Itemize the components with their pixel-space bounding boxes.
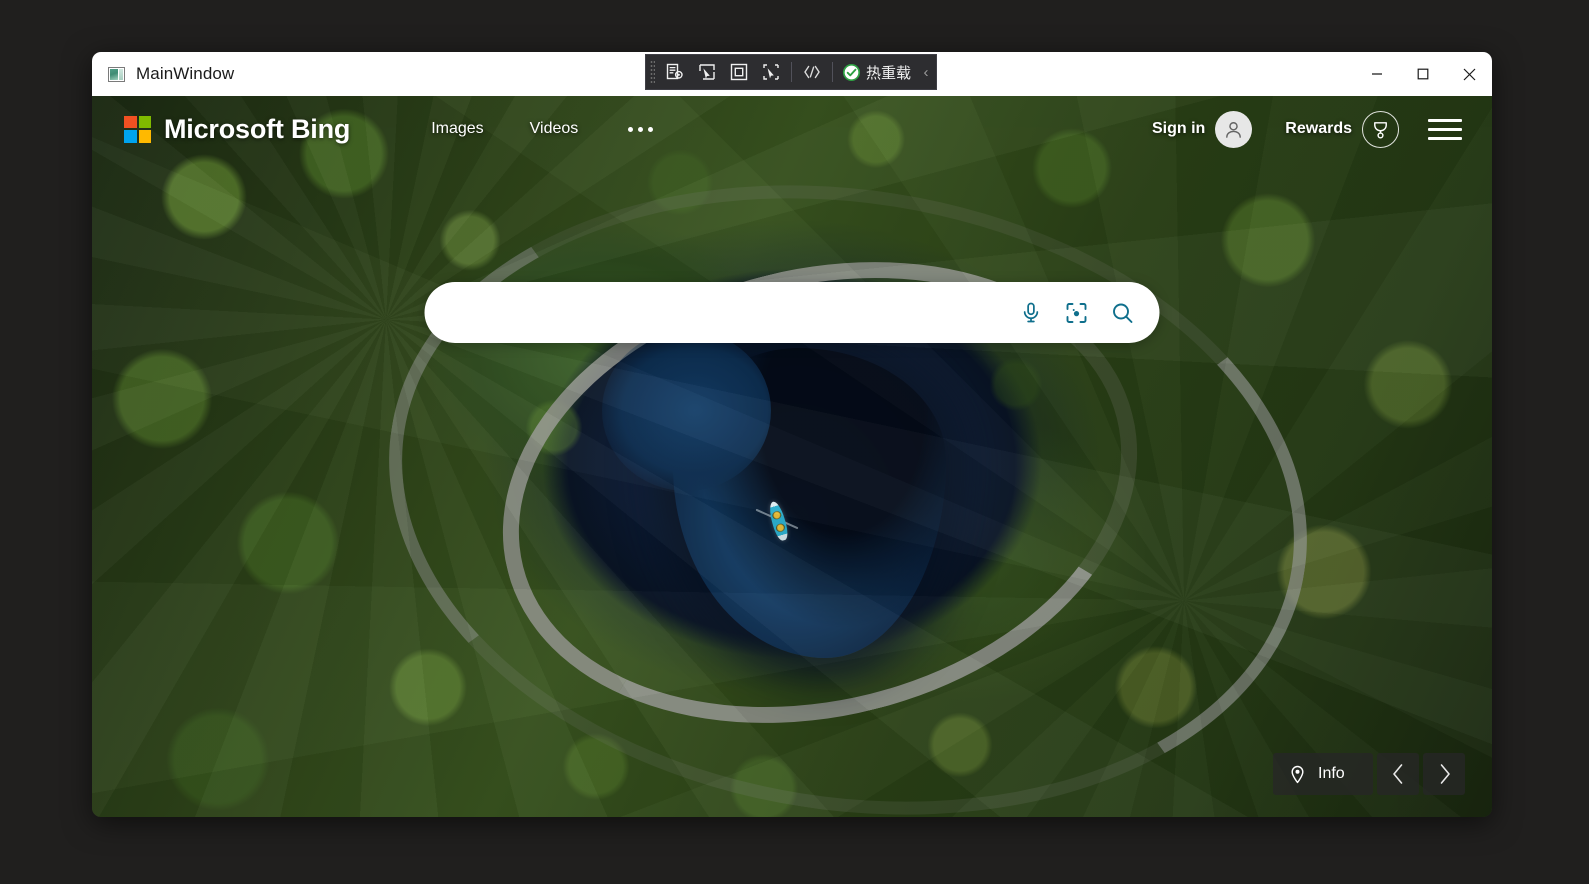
chevron-right-icon [1440,764,1450,784]
toolbar-drag-grip[interactable] [646,55,659,89]
visual-search-icon[interactable] [1054,290,1100,336]
location-pin-icon [1291,765,1304,783]
window-title: MainWindow [136,64,235,83]
rewards-badge [1362,110,1399,148]
hamburger-menu-icon[interactable] [1428,118,1462,140]
toolbar-separator-2 [832,62,833,82]
track-focused-element-icon[interactable] [755,56,787,88]
previous-image-button[interactable] [1377,753,1419,795]
info-label: Info [1318,765,1345,782]
microsoft-logo-icon [124,115,151,143]
hot-reload-button[interactable]: 热重载 [837,56,918,88]
search-icon[interactable] [1100,290,1146,336]
nav-link-videos[interactable]: Videos [530,120,579,138]
nav-more-menu-icon[interactable] [628,126,654,132]
search-box[interactable] [424,282,1160,343]
nav-link-images[interactable]: Images [431,120,483,138]
xaml-hot-reload-toolbar: 热重载 ‹ [645,54,938,90]
bing-logo[interactable]: Microsoft Bing [124,114,350,145]
go-to-live-visual-tree-icon[interactable] [659,56,691,88]
minimize-button[interactable] [1354,52,1400,96]
bing-wordmark: Microsoft Bing [164,113,351,144]
title-bar-left: MainWindow [92,64,234,84]
image-controls: Info [1273,753,1465,795]
hot-reload-label: 热重载 [866,63,912,82]
image-app-icon [108,66,125,82]
bing-homepage: Microsoft Bing Images Videos Sign in Rew… [92,96,1492,817]
hot-reload-enabled-icon [842,63,861,81]
maximize-button[interactable] [1400,52,1446,96]
toolbar-collapse-chevron-icon[interactable]: ‹ [918,64,934,81]
sign-in-button[interactable]: Sign in [1151,110,1253,148]
bing-header-right: Sign in Rewards [1151,110,1462,148]
chevron-left-icon [1392,764,1402,784]
title-bar: MainWindow 热重载 ‹ [92,52,1492,96]
next-image-button[interactable] [1423,753,1465,795]
bing-header: Microsoft Bing Images Videos Sign in Rew… [92,96,1492,162]
medal-icon [1374,121,1387,139]
sign-in-label: Sign in [1151,120,1206,137]
toolbar-separator-1 [791,62,792,82]
xaml-code-icon[interactable] [796,56,828,88]
bing-nav: Images Videos [431,120,654,138]
window-controls [1354,52,1492,96]
avatar [1215,110,1253,148]
rewards-button[interactable]: Rewards [1285,110,1399,148]
background-pond [602,329,946,659]
display-layout-adorners-icon[interactable] [723,56,755,88]
search-input[interactable] [452,282,1008,343]
close-button[interactable] [1446,52,1492,96]
search-container [424,282,1160,343]
person-icon [1226,121,1242,138]
main-window: MainWindow 热重载 ‹ Microsoft Bing Images V… [92,52,1492,817]
select-element-icon[interactable] [691,56,723,88]
info-button[interactable]: Info [1273,753,1373,795]
rewards-label: Rewards [1285,120,1352,137]
microphone-icon[interactable] [1008,290,1054,336]
